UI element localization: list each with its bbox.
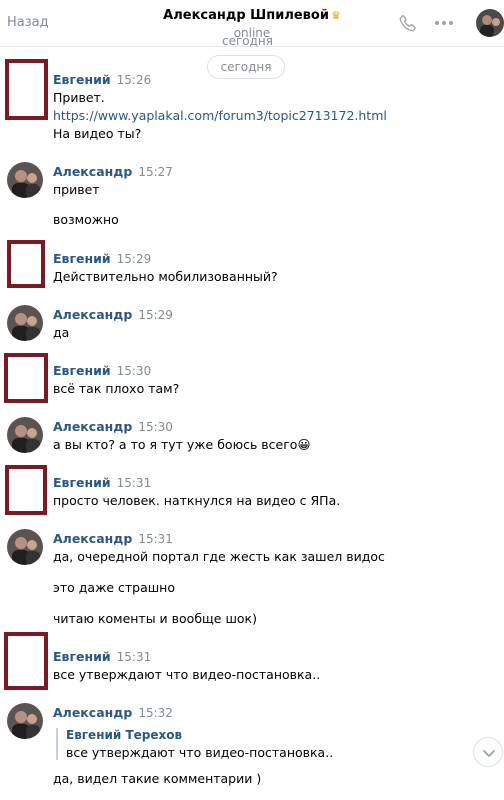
message-text: На видео ты? — [53, 126, 142, 141]
date-separator: сегодня — [207, 55, 285, 79]
chat-title: Александр Шпилевой — [163, 8, 329, 23]
message-time: 15:31 — [138, 532, 173, 546]
message-time: 15:31 — [116, 476, 152, 490]
avatar[interactable] — [7, 417, 43, 453]
message-author[interactable]: Евгений — [53, 649, 111, 664]
avatar[interactable] — [7, 529, 43, 565]
chevron-down-icon — [483, 750, 495, 757]
message-text: возможно — [53, 212, 119, 227]
message-time: 15:29 — [116, 252, 152, 266]
message-text: это даже страшно — [53, 580, 175, 595]
message-author[interactable]: Евгений — [53, 475, 111, 490]
message-time: 15:30 — [138, 420, 173, 434]
scroll-down-button[interactable] — [473, 737, 503, 767]
message-text: Привет. — [53, 90, 105, 105]
avatar[interactable] — [5, 465, 47, 515]
message-author[interactable]: Александр — [53, 705, 132, 720]
avatar[interactable] — [7, 240, 45, 288]
date-ghost: сегодня — [222, 37, 273, 47]
quote-text: все утверждают что видео-постановка.. — [66, 745, 334, 760]
message-author[interactable]: Евгений — [53, 72, 111, 87]
avatar[interactable] — [7, 305, 43, 341]
message-text: да — [53, 325, 70, 340]
back-button[interactable]: Назад — [7, 15, 49, 30]
crown-icon: ♛ — [330, 9, 341, 22]
message-time: 15:32 — [138, 706, 173, 720]
avatar[interactable] — [7, 162, 43, 198]
header-avatar[interactable] — [476, 9, 504, 37]
message-text: а вы кто? а то я тут уже боюсь всего😀 — [53, 437, 311, 452]
message-text: Действительно мобилизованный? — [53, 269, 278, 284]
avatar[interactable] — [4, 632, 48, 690]
message-text: всё так плохо там? — [53, 381, 180, 396]
more-icon[interactable] — [435, 21, 453, 25]
message-time: 15:29 — [138, 308, 173, 322]
message-link[interactable]: https://www.yaplakal.com/forum3/topic271… — [53, 108, 387, 123]
message-author[interactable]: Евгений — [53, 251, 111, 266]
avatar[interactable] — [5, 59, 48, 120]
message-time: 15:27 — [138, 165, 173, 179]
message-author[interactable]: Александр — [53, 531, 132, 546]
chat-title-block[interactable]: Александр Шпилевой ♛ online — [140, 7, 364, 40]
phone-icon[interactable] — [398, 13, 418, 33]
message-text: да, видел такие комментарии ) — [53, 771, 262, 786]
avatar[interactable] — [7, 703, 43, 739]
message-text: просто человек. наткнулся на видео с ЯПа… — [53, 493, 341, 508]
message-text: привет — [53, 182, 100, 197]
message-time: 15:30 — [116, 364, 152, 378]
message-text: да, очередной портал где жесть как зашел… — [53, 549, 385, 564]
message-text: читаю коменты и вообще шок) — [53, 611, 257, 626]
message-time: 15:26 — [116, 73, 152, 87]
quote-author: Евгений Терехов — [66, 728, 183, 742]
message-author[interactable]: Александр — [53, 419, 132, 434]
message-time: 15:31 — [116, 650, 152, 664]
reply-quote[interactable]: Евгений Терехов все утверждают что видео… — [56, 728, 333, 760]
message-author[interactable]: Евгений — [53, 363, 111, 378]
message-text: все утверждают что видео-постановка.. — [53, 667, 321, 682]
message-author[interactable]: Александр — [53, 164, 132, 179]
message-author[interactable]: Александр — [53, 307, 132, 322]
avatar[interactable] — [4, 353, 48, 403]
